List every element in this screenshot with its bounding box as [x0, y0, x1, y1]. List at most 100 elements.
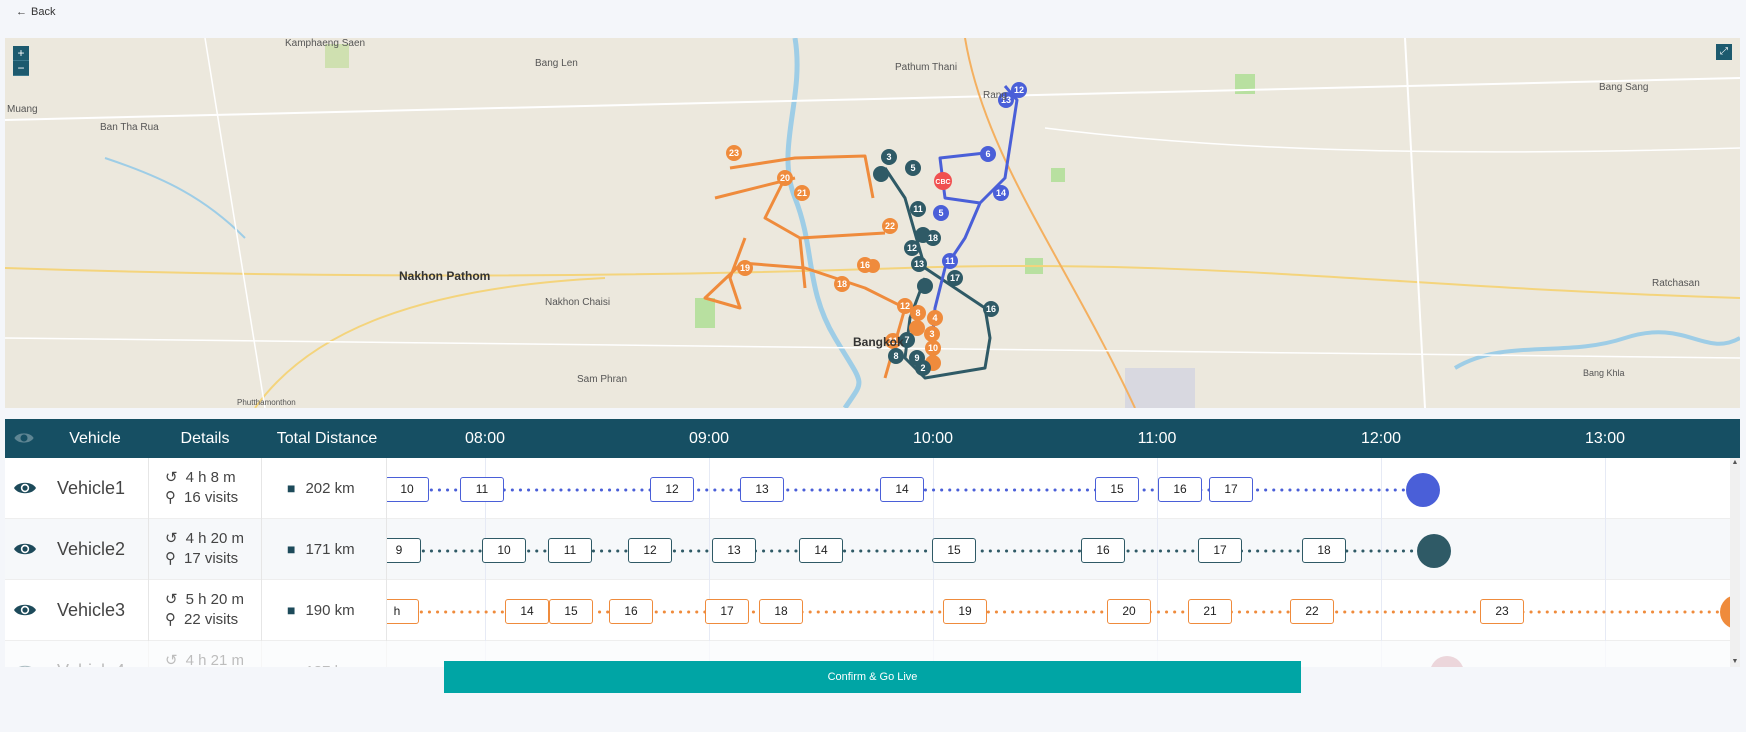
stop-box[interactable]: 17: [1209, 477, 1253, 502]
eye-icon[interactable]: [13, 431, 35, 445]
stop-box[interactable]: 11: [460, 477, 504, 502]
vehicle-row[interactable]: Vehicle2 ↺ 4 h 20 m ⚲ 17 visits ■ 171 km 9…: [5, 519, 1740, 580]
map-place-muang: Muang: [7, 104, 38, 115]
stop-box[interactable]: 19: [943, 599, 987, 624]
svg-text:18: 18: [837, 279, 847, 289]
vehicle-distance: ■ 171 km: [267, 519, 387, 580]
vehicle-end-marker[interactable]: [1430, 656, 1464, 667]
route-dots: [397, 610, 1737, 614]
svg-text:19: 19: [740, 263, 750, 273]
back-label: Back: [31, 6, 56, 18]
stop-box[interactable]: h: [387, 599, 419, 624]
stop-box[interactable]: 14: [799, 538, 843, 563]
column-total-distance[interactable]: Total Distance: [267, 419, 387, 458]
route-map[interactable]: 23 20 21 22 16 19 18 12 8 4 11 3 10 3 5 11 18 12 13 …: [5, 38, 1740, 408]
svg-text:16: 16: [860, 260, 870, 270]
map-place-nakhon-chaisi: Nakhon Chaisi: [545, 297, 611, 308]
back-link[interactable]: ← Back: [16, 6, 55, 18]
vehicle-distance-value: 202 km: [305, 480, 355, 497]
map-place-ban-tha-rua: Ban Tha Rua: [100, 122, 159, 133]
scroll-up-icon[interactable]: ▲: [1730, 458, 1740, 468]
vehicle-timeline[interactable]: h 14 15 16 17 18 19 20 21 22 23: [387, 580, 1740, 641]
svg-text:16: 16: [986, 304, 996, 314]
map-place-rang: Rang: [983, 90, 1007, 101]
stop-box[interactable]: 9: [387, 538, 421, 563]
grid-line: [1381, 641, 1382, 667]
grid-line: [1605, 519, 1606, 580]
column-details[interactable]: Details: [148, 419, 262, 458]
stop-box[interactable]: 23: [1480, 599, 1524, 624]
vertical-scrollbar[interactable]: ▲ ▼: [1730, 458, 1740, 667]
stop-box[interactable]: 21: [1188, 599, 1232, 624]
stop-box[interactable]: 11: [548, 538, 592, 563]
grid-line: [1605, 458, 1606, 519]
vehicle-name: Vehicle4: [57, 641, 153, 667]
vehicle-row[interactable]: Vehicle3 ↺ 5 h 20 m ⚲ 22 visits ■ 190 km h…: [5, 580, 1740, 641]
history-icon: ↺: [165, 530, 178, 547]
hour-label: 08:00: [464, 430, 506, 447]
svg-text:21: 21: [797, 188, 807, 198]
stop-box[interactable]: 15: [932, 538, 976, 563]
svg-text:9: 9: [914, 353, 919, 363]
svg-text:18: 18: [928, 233, 938, 243]
stop-box[interactable]: 15: [1095, 477, 1139, 502]
stop-box[interactable]: 14: [505, 599, 549, 624]
eye-icon[interactable]: [13, 480, 37, 496]
stop-box[interactable]: 12: [628, 538, 672, 563]
confirm-go-live-button[interactable]: Confirm & Go Live: [444, 661, 1301, 693]
location-pin-icon: ⚲: [165, 611, 176, 628]
top-bar: ← Back: [0, 0, 1746, 38]
stop-box[interactable]: 22: [1290, 599, 1334, 624]
stop-box[interactable]: 16: [1158, 477, 1202, 502]
stop-box[interactable]: 16: [1081, 538, 1125, 563]
vehicle-timeline[interactable]: 9 10 11 12 13 14 15 16 17 18: [387, 519, 1740, 580]
vehicle-row[interactable]: Vehicle1 ↺ 4 h 8 m ⚲ 16 visits ■ 202 km 10…: [5, 458, 1740, 519]
stop-box[interactable]: 15: [549, 599, 593, 624]
stop-box[interactable]: 10: [482, 538, 526, 563]
vehicle-distance-value: 190 km: [305, 602, 355, 619]
table-header: Vehicle Details Total Distance 08:00 09:0…: [5, 419, 1740, 458]
truck-icon: ■: [287, 641, 295, 667]
grid-line: [1605, 641, 1606, 667]
scroll-down-icon[interactable]: ▼: [1730, 657, 1740, 667]
vehicle-timeline[interactable]: 10 11 12 13 14 15 16 17: [387, 458, 1740, 519]
location-pin-icon: ⚲: [165, 550, 176, 567]
stop-box[interactable]: 13: [712, 538, 756, 563]
stop-box[interactable]: 13: [740, 477, 784, 502]
zoom-out-button[interactable]: −: [13, 61, 29, 76]
svg-text:11: 11: [913, 204, 923, 214]
stop-box[interactable]: 18: [1302, 538, 1346, 563]
zoom-controls: + −: [13, 46, 29, 76]
svg-text:2: 2: [920, 363, 925, 373]
fullscreen-icon[interactable]: ⤢: [1716, 44, 1732, 60]
svg-text:11: 11: [945, 256, 955, 266]
zoom-in-button[interactable]: +: [13, 46, 29, 61]
stop-box[interactable]: 14: [880, 477, 924, 502]
svg-text:14: 14: [996, 188, 1006, 198]
stop-box[interactable]: 10: [387, 477, 429, 502]
stop-box[interactable]: 16: [609, 599, 653, 624]
vehicle-end-marker[interactable]: [1417, 534, 1451, 568]
stop-box[interactable]: 17: [1198, 538, 1242, 563]
map-place-nakhon-pathom: Nakhon Pathom: [399, 269, 491, 283]
eye-icon[interactable]: [13, 602, 37, 618]
map-place-bang-sang: Bang Sang: [1599, 82, 1649, 93]
svg-text:8: 8: [915, 308, 920, 318]
history-icon: ↺: [165, 469, 178, 486]
vehicle-end-marker[interactable]: [1406, 473, 1440, 507]
column-vehicle[interactable]: Vehicle: [45, 419, 145, 458]
stop-box[interactable]: 20: [1107, 599, 1151, 624]
stop-box[interactable]: 12: [650, 477, 694, 502]
svg-text:6: 6: [985, 149, 990, 159]
vehicle-schedule-table: Vehicle Details Total Distance 08:00 09:0…: [5, 419, 1740, 667]
hour-label: 10:00: [912, 430, 954, 447]
stop-box[interactable]: 17: [705, 599, 749, 624]
map-place-pathum-thani: Pathum Thani: [895, 62, 958, 73]
eye-icon[interactable]: [13, 541, 37, 557]
vehicle-details: ↺ 5 h 20 m ⚲ 22 visits: [148, 580, 262, 641]
stop-box[interactable]: 18: [759, 599, 803, 624]
svg-text:7: 7: [904, 335, 909, 345]
eye-icon[interactable]: [13, 663, 37, 667]
vehicle-name: Vehicle3: [57, 600, 126, 620]
truck-icon: ■: [287, 480, 296, 496]
